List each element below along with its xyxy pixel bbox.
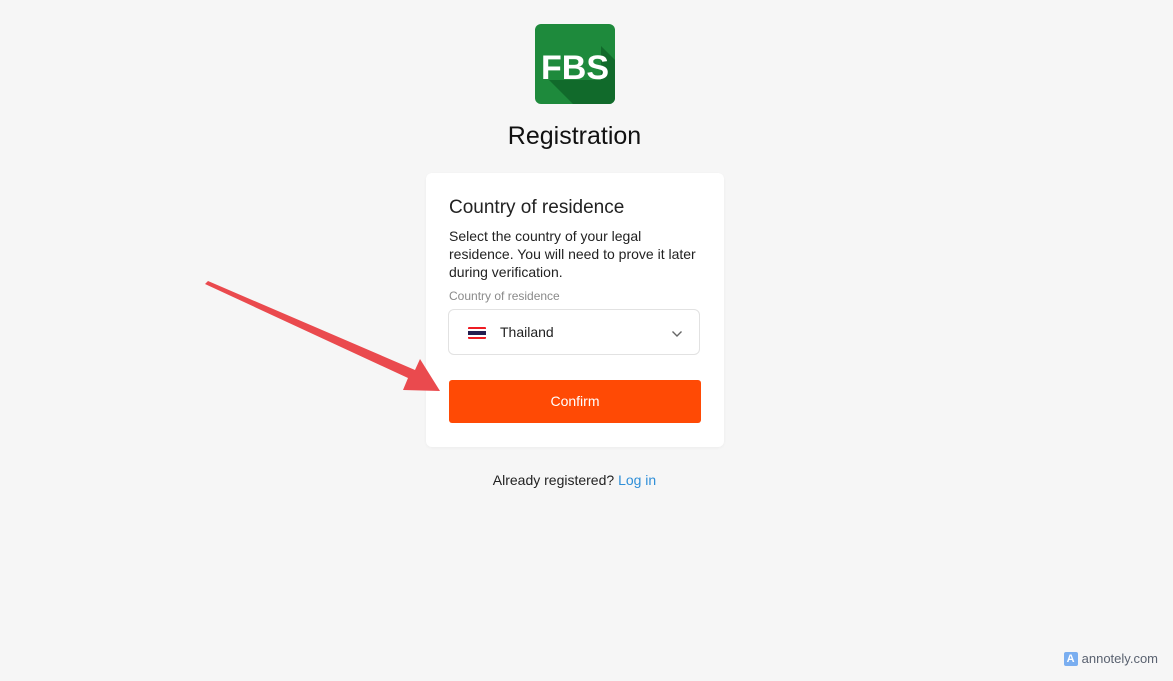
watermark-text: annotely.com	[1081, 651, 1158, 666]
login-prompt: Already registered? Log in	[0, 471, 1149, 489]
country-card: Country of residence Select the country …	[426, 173, 724, 447]
already-registered-text: Already registered?	[492, 472, 615, 488]
country-select[interactable]: Thailand	[448, 309, 700, 355]
card-heading: Country of residence	[449, 197, 625, 218]
card-description: Select the country of your legal residen…	[449, 228, 696, 280]
country-field-label: Country of residence	[449, 289, 560, 303]
fbs-logo: FBS	[535, 24, 615, 104]
login-link[interactable]: Log in	[618, 472, 656, 488]
watermark: A annotely.com	[1063, 651, 1158, 667]
thailand-flag-icon	[468, 327, 486, 339]
fbs-logo-icon: FBS	[535, 24, 615, 104]
pointer-arrow-icon	[205, 281, 440, 391]
logo-text: FBS	[541, 49, 609, 87]
annotely-logo-icon: A	[1063, 652, 1078, 666]
confirm-button[interactable]: Confirm	[449, 380, 701, 423]
selected-country: Thailand	[500, 324, 554, 340]
chevron-down-icon	[671, 327, 683, 339]
page-title: Registration	[507, 122, 642, 150]
